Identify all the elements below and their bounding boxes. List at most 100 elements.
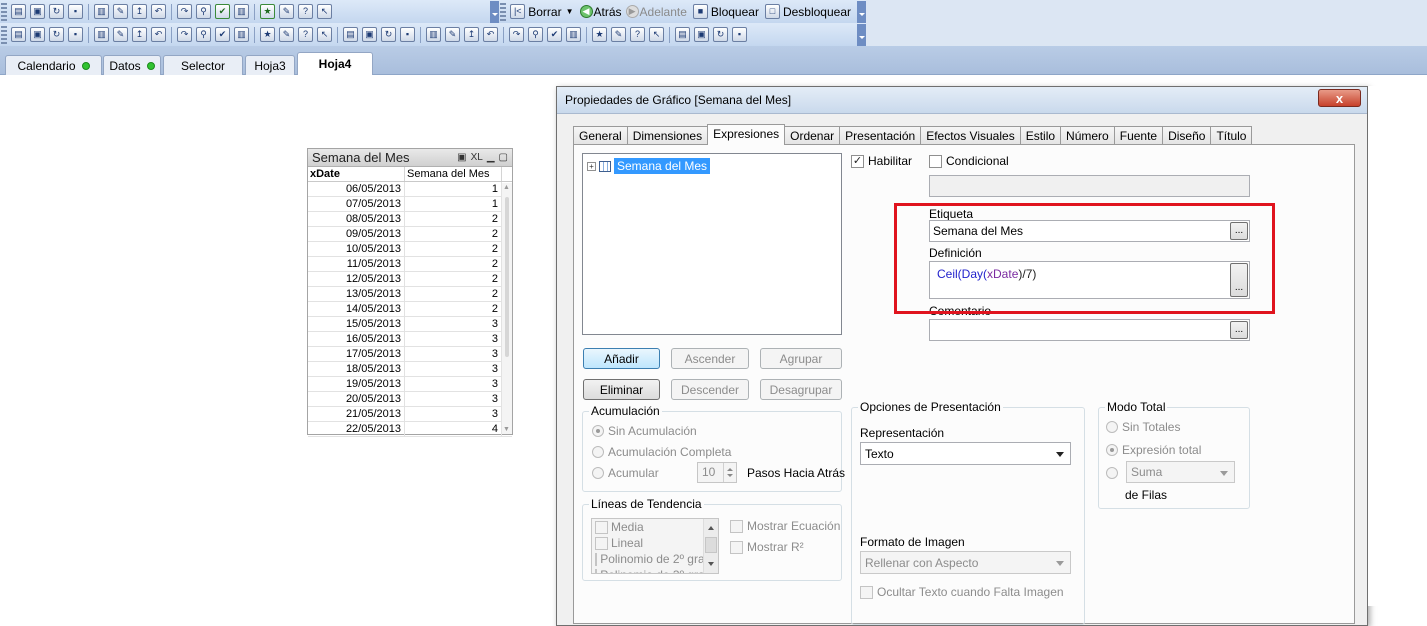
desagrupar-button[interactable]: Desagrupar	[760, 379, 842, 400]
condicional-checkbox[interactable]: Condicional	[929, 154, 1009, 168]
tab-expresiones[interactable]: Expresiones	[707, 124, 786, 145]
habilitar-checkbox[interactable]: ✓ Habilitar	[851, 154, 912, 168]
open-icon[interactable]: ▣	[30, 4, 45, 19]
table-row[interactable]: 07/05/2013 1	[308, 197, 512, 212]
reload-data-icon[interactable]: ↥	[132, 4, 147, 19]
link-icon[interactable]: ↻	[713, 27, 728, 42]
scroll-thumb[interactable]	[505, 197, 509, 357]
table-row[interactable]: 14/05/2013 2	[308, 302, 512, 317]
minimize-icon[interactable]: ▁	[487, 152, 495, 163]
align-center-icon[interactable]: ↥	[464, 27, 479, 42]
table-row[interactable]: 08/05/2013 2	[308, 212, 512, 227]
user-icon[interactable]: ↖	[649, 27, 664, 42]
condicional-field[interactable]	[929, 175, 1250, 197]
undo-icon[interactable]: ↶	[151, 4, 166, 19]
new-sheet-icon[interactable]: ▤	[11, 27, 26, 42]
container-icon[interactable]: ▣	[362, 27, 377, 42]
spinner-arrows[interactable]	[723, 463, 736, 482]
multibox-icon[interactable]: ✎	[113, 27, 128, 42]
descender-button[interactable]: Descender	[671, 379, 749, 400]
line-arrow-icon[interactable]: ✎	[279, 27, 294, 42]
scroll-up-icon[interactable]	[708, 523, 714, 530]
scroll-thumb[interactable]	[705, 537, 717, 553]
trend-lines-list[interactable]: Media Lineal Polinomio de 2º grado Polinomi…	[591, 518, 719, 574]
save-icon[interactable]: ▪	[68, 4, 83, 19]
doc-props-icon[interactable]: ↻	[49, 27, 64, 42]
statistics-icon[interactable]: ↶	[151, 27, 166, 42]
borrar-button[interactable]: Borrar	[528, 5, 561, 19]
tab-dimensiones[interactable]: Dimensiones	[626, 126, 709, 145]
current-selections-icon[interactable]: ✔	[215, 27, 230, 42]
column-header-xdate[interactable]: xDate	[308, 167, 405, 181]
table-box[interactable]: Semana del Mes ▣ XL ▁ ▢ xDate Semana del…	[307, 148, 513, 437]
slider-icon[interactable]: ?	[298, 27, 313, 42]
close-button[interactable]: x	[1318, 89, 1361, 107]
sheet-tab-datos[interactable]: Datos	[103, 55, 161, 75]
print-icon[interactable]: ▥	[94, 4, 109, 19]
check-icon[interactable]: ✔	[215, 4, 230, 19]
whats-this-icon[interactable]: ↖	[317, 4, 332, 19]
tab-diseño[interactable]: Diseño	[1162, 126, 1212, 145]
tab-fuente[interactable]: Fuente	[1113, 126, 1164, 145]
ocultar-texto-checkbox[interactable]: Ocultar Texto cuando Falta Imagen	[860, 585, 1064, 599]
toolbar-grip[interactable]	[1, 25, 7, 44]
radio-suma[interactable]	[1106, 467, 1118, 479]
eliminar-button[interactable]: Eliminar	[583, 379, 660, 400]
star-icon[interactable]: ★	[260, 4, 275, 19]
scroll-down-icon[interactable]: ▼	[503, 426, 510, 433]
print-icon[interactable]: ▣	[457, 152, 466, 163]
maximize-icon[interactable]: ▢	[499, 152, 508, 163]
radio-acumular[interactable]: Acumular	[592, 466, 659, 480]
table-icon[interactable]: ↥	[132, 27, 147, 42]
table-row[interactable]: 06/05/2013 1	[308, 182, 512, 197]
edit-props-icon[interactable]: ▣	[694, 27, 709, 42]
align-bottom-icon[interactable]: ✔	[547, 27, 562, 42]
radio-sin-acumulacion[interactable]: Sin Acumulación	[592, 424, 697, 438]
toolbar-overflow-button[interactable]	[490, 0, 500, 23]
dialog-titlebar[interactable]: Propiedades de Gráfico [Semana del Mes]	[557, 87, 1367, 114]
table-row[interactable]: 12/05/2013 2	[308, 272, 512, 287]
properties-icon[interactable]: ▤	[675, 27, 690, 42]
tab-efectos-visuales[interactable]: Efectos Visuales	[920, 126, 1021, 145]
table-row[interactable]: 21/05/2013 3	[308, 407, 512, 422]
trend-item[interactable]: Media	[592, 519, 718, 535]
table-row[interactable]: 09/05/2013 2	[308, 227, 512, 242]
tree-item-semana[interactable]: + Semana del Mes	[587, 158, 711, 174]
new-icon[interactable]: ▤	[11, 4, 26, 19]
align-left-icon[interactable]: ✎	[445, 27, 460, 42]
format-painter-icon[interactable]: ▥	[426, 27, 441, 42]
radio-acumulacion-completa[interactable]: Acumulación Completa	[592, 445, 731, 459]
adjust-icon[interactable]: ✎	[611, 27, 626, 42]
align-top-icon[interactable]: ↷	[509, 27, 524, 42]
tab-presentación[interactable]: Presentación	[839, 126, 922, 145]
etiqueta-ellipsis-button[interactable]: ...	[1230, 222, 1248, 240]
representacion-select[interactable]: Texto	[860, 442, 1071, 465]
align-middle-icon[interactable]: ⚲	[528, 27, 543, 42]
expand-icon[interactable]: +	[587, 161, 596, 171]
sheet-tab-hoja4[interactable]: Hoja4	[297, 52, 373, 75]
sheet-object-icon[interactable]: ▪	[68, 27, 83, 42]
borrar-dropdown-icon[interactable]: ▼	[566, 7, 574, 16]
etiqueta-field[interactable]: Semana del Mes	[929, 220, 1250, 242]
column-header-semana[interactable]: Semana del Mes	[405, 167, 502, 181]
table-scrollbar[interactable]: ▲ ▼	[502, 183, 512, 434]
tree-item-label[interactable]: Semana del Mes	[614, 158, 711, 174]
sheet-props-icon[interactable]: ▣	[30, 27, 45, 42]
table-row[interactable]: 18/05/2013 3	[308, 362, 512, 377]
ascender-button[interactable]: Ascender	[671, 348, 749, 369]
trend-item[interactable]: Polinomio de 2º grado	[592, 551, 718, 567]
tab-ordenar[interactable]: Ordenar	[784, 126, 841, 145]
edit-script-icon[interactable]: ✎	[113, 4, 128, 19]
search-icon[interactable]: ⚲	[196, 4, 211, 19]
chart-icon[interactable]: ▥	[234, 4, 249, 19]
same-size-icon[interactable]: ?	[630, 27, 645, 42]
input-box-icon[interactable]: ⚲	[196, 27, 211, 42]
scroll-up-icon[interactable]: ▲	[503, 184, 510, 191]
lock-icon[interactable]: ▪	[732, 27, 747, 42]
sheet-tab-hoja3[interactable]: Hoja3	[245, 55, 295, 75]
toolbar-grip[interactable]	[500, 2, 507, 21]
table-row[interactable]: 16/05/2013 3	[308, 332, 512, 347]
edit-icon[interactable]: ✎	[279, 4, 294, 19]
formato-imagen-select[interactable]: Rellenar con Aspecto	[860, 551, 1071, 574]
definicion-ellipsis-button[interactable]: ...	[1230, 263, 1248, 297]
